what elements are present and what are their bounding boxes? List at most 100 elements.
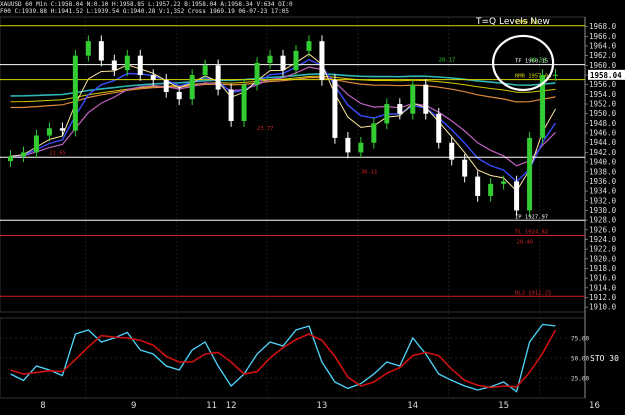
price-tick-label: 1922.0 [589, 245, 617, 254]
candle-body [410, 84, 416, 114]
price-tick-label: 1952.0 [589, 100, 617, 109]
candle-body [397, 104, 403, 114]
price-tick-label: 1936.0 [589, 177, 617, 186]
ma-orange-line [10, 76, 556, 109]
price-annotation: 20.17 [439, 57, 456, 63]
candle-body [254, 62, 260, 85]
stochastic-d-line [10, 329, 557, 389]
candle-body [20, 152, 26, 157]
price-tick-label: 1920.0 [589, 254, 617, 263]
candle-body [228, 89, 234, 121]
price-tick-label: 1934.0 [589, 187, 617, 196]
candle-body [7, 156, 13, 162]
price-tick-label: 1960.0 [589, 61, 617, 70]
candle-body [319, 41, 325, 80]
candle-body [449, 142, 455, 160]
candle-body [150, 75, 156, 80]
price-tick-label: 1930.0 [589, 206, 617, 215]
price-tick-label: 1962.0 [589, 51, 617, 60]
candle-body [33, 135, 39, 153]
price-tick-label: 1924.0 [589, 235, 617, 244]
candle-body [85, 41, 91, 56]
candle-body [462, 159, 468, 177]
price-tick-label: 1950.0 [589, 109, 617, 118]
price-tick-label: 1912.0 [589, 293, 617, 302]
time-tick-label: 15 [498, 401, 509, 411]
candle-body [501, 181, 507, 184]
price-tick-label: 1918.0 [589, 264, 617, 273]
price-level-label: 1966.61 [515, 20, 538, 26]
candle-body [384, 104, 390, 124]
price-tick-label: 1910.0 [589, 303, 617, 312]
stochastic-label: STO 30 [590, 354, 619, 363]
price-level-label: TL 1924.82 [515, 229, 548, 235]
ma-magenta-line [10, 66, 556, 167]
candle-body [215, 65, 221, 90]
candle-body [176, 91, 182, 100]
price-tick-label: 1944.0 [589, 138, 617, 147]
price-tick-label: 1938.0 [589, 167, 617, 176]
candle-body [475, 176, 481, 196]
price-tick-label: 1932.0 [589, 196, 617, 205]
time-tick-label: 12 [226, 401, 237, 411]
price-tick-label: 1940.0 [589, 158, 617, 167]
price-tick-label: 1968.0 [589, 22, 617, 31]
candle-body [553, 74, 559, 76]
candle-body [267, 55, 273, 63]
candle-body [202, 65, 208, 76]
candle-body [111, 60, 117, 71]
price-annotation: 21.65 [49, 150, 66, 156]
candle-body [189, 75, 195, 100]
candle-body [98, 41, 104, 61]
candle-body [306, 41, 312, 51]
time-tick-label: 8 [40, 401, 45, 411]
price-tick-label: 1966.0 [589, 32, 617, 41]
candle-body [293, 50, 299, 71]
price-tick-label: 1956.0 [589, 80, 617, 89]
candle-body [371, 123, 377, 143]
price-tick-label: 1926.0 [589, 225, 617, 234]
time-tick-label: 13 [317, 401, 328, 411]
stochastic-tick-label: 75.00 [571, 336, 589, 343]
price-tick-label: 1914.0 [589, 283, 617, 292]
price-tick-label: 1946.0 [589, 129, 617, 138]
price-tick-label: 1916.0 [589, 274, 617, 283]
candle-body [332, 79, 338, 138]
candle-body [488, 183, 494, 196]
price-annotation: 23.77 [257, 126, 274, 132]
price-tick-label: 1948.0 [589, 119, 617, 128]
price-pane [0, 16, 586, 313]
price-tick-label: 1942.0 [589, 148, 617, 157]
stochastic-tick-label: 25.00 [571, 376, 589, 383]
price-level-label: BL3 1912.25 [515, 290, 551, 296]
price-tick-label: 1928.0 [589, 216, 617, 225]
candle-body [345, 137, 351, 153]
price-level-label: IP 1927.97 [515, 214, 548, 220]
candle-body [72, 55, 78, 131]
time-tick-label: 9 [131, 401, 136, 411]
price-tick-label: 1954.0 [589, 90, 617, 99]
price-annotation: 20.46 [517, 239, 534, 245]
time-tick-label: 14 [407, 401, 418, 411]
candle-body [423, 84, 429, 114]
price-tick-label: 1964.0 [589, 42, 617, 51]
candle-body [124, 55, 130, 71]
stochastic-k-line [10, 323, 556, 393]
price-annotation: 20.53 [530, 57, 547, 63]
candle-body [280, 55, 286, 71]
price-chart[interactable]: 1968.01966.01964.01962.01960.01958.01956… [0, 0, 625, 415]
candle-body [241, 84, 247, 121]
candle-body [436, 113, 442, 143]
candle-body [59, 128, 65, 131]
candle-body [137, 55, 143, 76]
candle-body [527, 137, 533, 211]
candle-body [514, 181, 520, 211]
time-tick-label: 11 [206, 401, 217, 411]
time-tick-label: 16 [589, 401, 600, 411]
candle-body [358, 142, 364, 153]
price-annotation: 30.11 [361, 170, 378, 176]
candle-body [46, 128, 52, 136]
last-price-label: 1958.04 [590, 71, 622, 80]
candle-body [163, 79, 169, 92]
stochastic-tick-label: 50.00 [571, 356, 589, 363]
